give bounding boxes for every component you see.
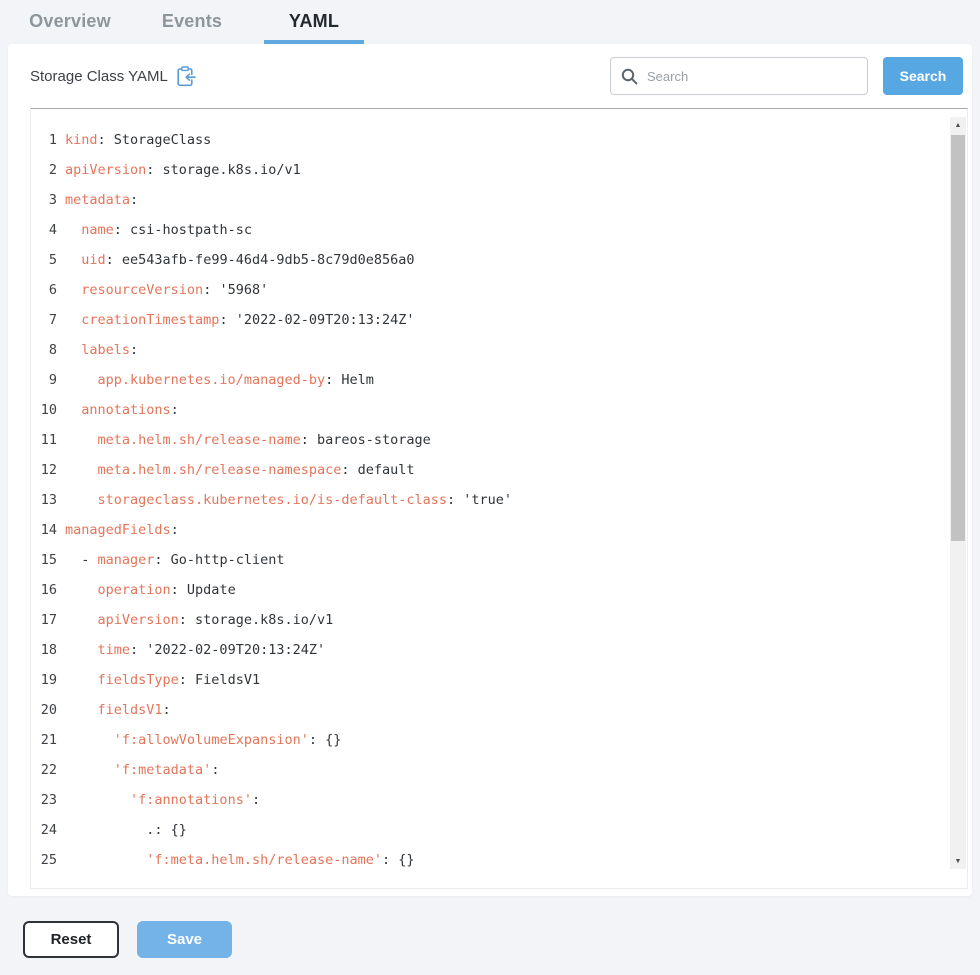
line-number: 23 [31,785,57,815]
scroll-down-arrow-icon[interactable]: ▼ [950,853,966,869]
scrollbar-thumb[interactable] [951,135,965,541]
line-number: 3 [31,185,57,215]
tab-events[interactable]: Events [142,11,242,44]
code-line-content: app.kubernetes.io/managed-by: Helm [65,365,374,395]
code-line: 10 annotations: [31,395,943,425]
line-number: 1 [31,125,57,155]
code-line: 23 'f:annotations': [31,785,943,815]
code-line: 24 .: {} [31,815,943,845]
code-line: 16 operation: Update [31,575,943,605]
clipboard-paste-icon[interactable] [176,64,198,88]
line-number: 24 [31,815,57,845]
code-line: 11 meta.helm.sh/release-name: bareos-sto… [31,425,943,455]
code-line-content: meta.helm.sh/release-namespace: default [65,455,415,485]
code-line: 13 storageclass.kubernetes.io/is-default… [31,485,943,515]
code-line-content: 'f:allowVolumeExpansion': {} [65,725,341,755]
code-line: 15 - manager: Go-http-client [31,545,943,575]
line-number: 17 [31,605,57,635]
code-line-content: apiVersion: storage.k8s.io/v1 [65,155,301,185]
search-box[interactable] [610,57,868,95]
code-line: 4 name: csi-hostpath-sc [31,215,943,245]
code-line: 17 apiVersion: storage.k8s.io/v1 [31,605,943,635]
code-line-content: 'f:annotations': [65,785,260,815]
code-line-content: 'f:meta.helm.sh/release-name': {} [65,845,415,875]
code-line: 7 creationTimestamp: '2022-02-09T20:13:2… [31,305,943,335]
code-line-content: uid: ee543afb-fe99-46d4-9db5-8c79d0e856a… [65,245,415,275]
code-line-content: resourceVersion: '5968' [65,275,268,305]
code-line: 8 labels: [31,335,943,365]
line-number: 25 [31,845,57,875]
line-number: 13 [31,485,57,515]
line-number: 7 [31,305,57,335]
line-number: 5 [31,245,57,275]
code-line: 25 'f:meta.helm.sh/release-name': {} [31,845,943,875]
tab-bar: Overview Events YAML [0,0,980,44]
code-line-content: name: csi-hostpath-sc [65,215,252,245]
code-line: 9 app.kubernetes.io/managed-by: Helm [31,365,943,395]
code-line-content: apiVersion: storage.k8s.io/v1 [65,605,333,635]
yaml-editor[interactable]: 1 kind: StorageClass 2 apiVersion: storage.… [31,109,967,875]
code-line-content: labels: [65,335,138,365]
line-number: 4 [31,215,57,245]
line-number: 18 [31,635,57,665]
search-icon [621,68,638,85]
code-line-content: managedFields: [65,515,179,545]
save-button[interactable]: Save [137,921,232,958]
code-line: 3 metadata: [31,185,943,215]
code-line-content: 'f:metadata': [65,755,219,785]
search-input[interactable] [647,69,857,84]
tab-overview[interactable]: Overview [20,11,120,44]
line-number: 21 [31,725,57,755]
search-button[interactable]: Search [883,57,963,95]
page-title: Storage Class YAML [30,68,168,85]
line-number: 12 [31,455,57,485]
code-line-content: fieldsV1: [65,695,171,725]
footer-actions: Reset Save [23,921,980,958]
code-line: 5 uid: ee543afb-fe99-46d4-9db5-8c79d0e85… [31,245,943,275]
reset-button[interactable]: Reset [23,921,119,958]
title-wrap: Storage Class YAML [30,64,198,88]
code-line-content: annotations: [65,395,179,425]
code-line: 12 meta.helm.sh/release-namespace: defau… [31,455,943,485]
code-line: 19 fieldsType: FieldsV1 [31,665,943,695]
code-line-content: kind: StorageClass [65,125,211,155]
code-line-content: time: '2022-02-09T20:13:24Z' [65,635,325,665]
scroll-up-arrow-icon[interactable]: ▲ [950,117,966,133]
vertical-scrollbar[interactable]: ▲ ▼ [950,117,966,869]
tab-yaml[interactable]: YAML [264,11,364,44]
line-number: 6 [31,275,57,305]
code-line-content: .: {} [65,815,187,845]
yaml-card: Storage Class YAML Search 1ki [8,44,972,896]
line-number: 19 [31,665,57,695]
line-number: 14 [31,515,57,545]
code-line: 22 'f:metadata': [31,755,943,785]
search-area: Search [610,57,963,95]
code-line-content: storageclass.kubernetes.io/is-default-cl… [65,485,512,515]
line-number: 10 [31,395,57,425]
code-line: 14 managedFields: [31,515,943,545]
code-line-content: metadata: [65,185,138,215]
line-number: 9 [31,365,57,395]
code-line-content: - manager: Go-http-client [65,545,284,575]
code-line: 18 time: '2022-02-09T20:13:24Z' [31,635,943,665]
line-number: 22 [31,755,57,785]
line-number: 20 [31,695,57,725]
line-number: 16 [31,575,57,605]
yaml-code-area: 1 kind: StorageClass 2 apiVersion: storage.… [30,108,968,889]
code-line-content: meta.helm.sh/release-name: bareos-storag… [65,425,431,455]
line-number: 2 [31,155,57,185]
code-line: 20 fieldsV1: [31,695,943,725]
code-line: 2 apiVersion: storage.k8s.io/v1 [31,155,943,185]
code-line-content: fieldsType: FieldsV1 [65,665,260,695]
line-number: 8 [31,335,57,365]
card-header: Storage Class YAML Search [8,44,972,108]
line-number: 11 [31,425,57,455]
line-number: 15 [31,545,57,575]
code-line-content: creationTimestamp: '2022-02-09T20:13:24Z… [65,305,415,335]
code-line-content: operation: Update [65,575,236,605]
code-line: 6 resourceVersion: '5968' [31,275,943,305]
code-line: 1 kind: StorageClass [31,125,943,155]
code-line: 21 'f:allowVolumeExpansion': {} [31,725,943,755]
